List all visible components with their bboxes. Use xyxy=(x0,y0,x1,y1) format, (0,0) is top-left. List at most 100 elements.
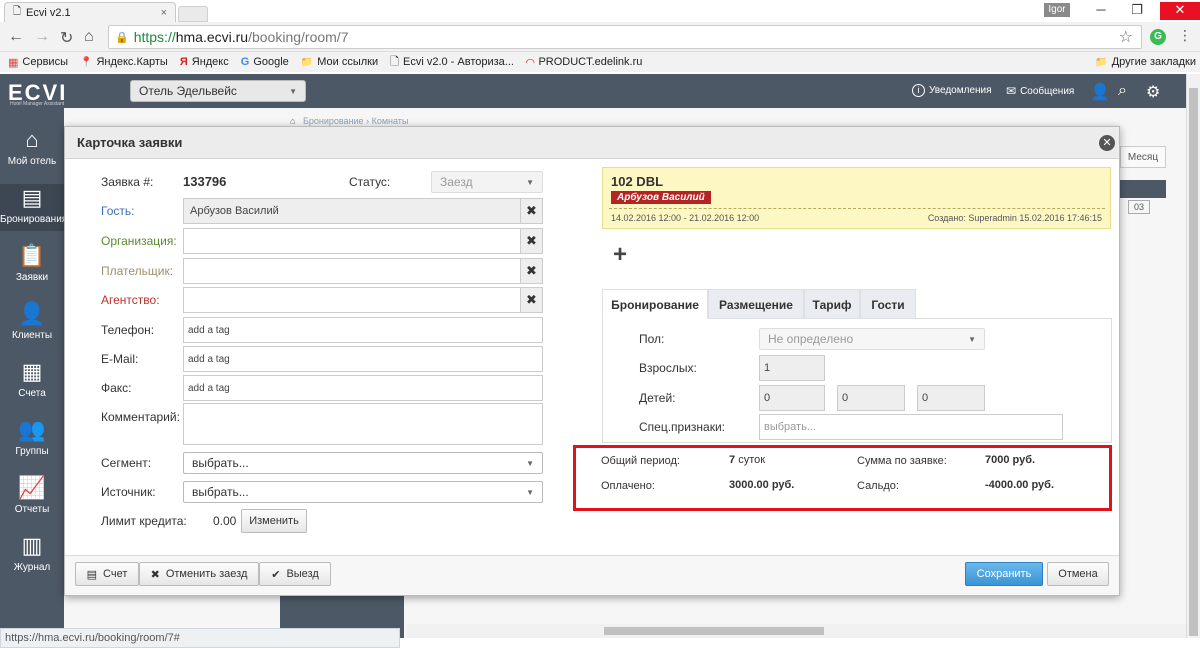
lock-icon: 🔒 xyxy=(115,31,129,44)
calendar-day[interactable]: 03 xyxy=(1128,200,1150,214)
phone-tags-input[interactable]: add a tag xyxy=(183,317,543,343)
forward-icon[interactable]: → xyxy=(34,28,50,46)
horizontal-scrollbar[interactable] xyxy=(406,624,1186,638)
organization-label[interactable]: Организация: xyxy=(101,234,177,248)
room-card[interactable]: 102 DBL Арбузов Василий 14.02.2016 12:00… xyxy=(602,167,1111,229)
extension-icon[interactable]: G xyxy=(1150,29,1166,45)
agency-field[interactable] xyxy=(183,287,521,313)
fax-tags-input[interactable]: add a tag xyxy=(183,375,543,401)
fax-label: Факс: xyxy=(101,381,132,395)
user-icon[interactable]: 👤 xyxy=(1090,82,1110,102)
children-input[interactable]: 0 xyxy=(759,385,825,411)
tab-booking[interactable]: Бронирование xyxy=(602,289,708,319)
bookmarks-bar: ▦ Сервисы 📍 Яндекс.Карты Я Яндекс G Google 📁… xyxy=(0,52,1200,72)
sidebar-item-bookings[interactable]: ▤ Бронирования xyxy=(0,184,67,231)
highlight-box xyxy=(573,445,1112,511)
payer-field[interactable] xyxy=(183,258,521,284)
clear-payer-icon[interactable]: ✖ xyxy=(521,258,543,284)
adults-label: Взрослых: xyxy=(639,361,697,375)
search-icon[interactable]: ⌕ xyxy=(1118,82,1127,100)
sidebar-item-clients[interactable]: 👤 Клиенты xyxy=(0,300,64,341)
agency-label[interactable]: Агентство: xyxy=(101,293,160,307)
email-tags-input[interactable]: add a tag xyxy=(183,346,543,372)
clear-organization-icon[interactable]: ✖ xyxy=(521,228,543,254)
browser-status-bar: https://hma.ecvi.ru/booking/room/7# xyxy=(0,628,400,648)
tab-guests[interactable]: Гости xyxy=(860,289,916,319)
tab-accommodation[interactable]: Размещение xyxy=(708,289,804,319)
scrollbar-thumb[interactable] xyxy=(1189,88,1198,636)
reload-icon[interactable]: ↻ xyxy=(60,28,73,48)
breadcrumb-item[interactable]: Комнаты xyxy=(372,116,409,126)
gear-icon[interactable]: ⚙ xyxy=(1146,82,1160,102)
sidebar-item-label: Отчеты xyxy=(14,504,50,515)
sidebar-item-journal[interactable]: ▥ Журнал xyxy=(0,532,64,573)
cancel-button[interactable]: Отмена xyxy=(1047,562,1109,586)
save-button[interactable]: Сохранить xyxy=(965,562,1043,586)
restore-icon[interactable]: ❐ xyxy=(1122,2,1152,20)
bookmark-my-links[interactable]: 📁 Мои ссылки xyxy=(301,56,378,68)
bookmark-services[interactable]: ▦ Сервисы xyxy=(8,56,68,69)
minimize-icon[interactable]: ─ xyxy=(1086,2,1116,20)
tab-close-icon[interactable]: × xyxy=(161,7,167,19)
profile-chip[interactable]: Igor xyxy=(1044,3,1070,17)
menu-icon[interactable]: ⋮ xyxy=(1178,27,1192,44)
sidebar-item-my-hotel[interactable]: ⌂ Мой отель xyxy=(0,126,64,167)
star-icon[interactable]: ☆ xyxy=(1119,27,1133,47)
bookmark-yandex[interactable]: Я Яндекс xyxy=(180,56,229,68)
sidebar-item-reports[interactable]: 📈 Отчеты xyxy=(0,474,64,515)
close-icon[interactable]: ✕ xyxy=(1099,135,1115,151)
booking-tabs: Бронирование Размещение Тариф Гости xyxy=(602,289,1112,319)
sidebar-item-requests[interactable]: 📋 Заявки xyxy=(0,242,64,283)
tab-tariff[interactable]: Тариф xyxy=(804,289,860,319)
chevron-down-icon: ▼ xyxy=(526,458,534,468)
children-input[interactable]: 0 xyxy=(837,385,905,411)
cancel-checkin-label: Отменить заезд xyxy=(165,568,248,580)
guest-field[interactable]: Арбузов Василий xyxy=(183,198,521,224)
children-input[interactable]: 0 xyxy=(917,385,985,411)
month-view-button[interactable]: Месяц xyxy=(1120,146,1166,168)
breadcrumb-item[interactable]: Бронирование xyxy=(303,116,364,126)
hotel-select[interactable]: Отель Эдельвейс ▼ xyxy=(130,80,306,102)
status-select[interactable]: Заезд ▼ xyxy=(431,171,543,193)
payer-label[interactable]: Плательщик: xyxy=(101,264,173,278)
bookmark-yandex-maps[interactable]: 📍 Яндекс.Карты xyxy=(80,56,168,68)
tab-title: Ecvi v2.1 xyxy=(26,6,71,19)
url-field[interactable]: 🔒 https:// hma.ecvi.ru /booking/room/7 ☆ xyxy=(108,25,1142,49)
adults-input[interactable]: 1 xyxy=(759,355,825,381)
bookmark-ecvi[interactable]: 🗋 Ecvi v2.0 - Авториза... xyxy=(390,53,514,72)
scrollbar-thumb[interactable] xyxy=(604,627,824,635)
request-number: 133796 xyxy=(183,174,227,189)
status-label: Статус: xyxy=(349,175,391,189)
home-icon[interactable]: ⌂ xyxy=(290,116,295,126)
room-guest-tag[interactable]: Арбузов Василий xyxy=(611,191,711,204)
cancel-checkin-button[interactable]: ✖ Отменить заезд xyxy=(139,562,259,586)
add-room-icon[interactable]: + xyxy=(613,241,627,269)
sidebar-item-invoices[interactable]: ▦ Счета xyxy=(0,358,64,399)
clear-agency-icon[interactable]: ✖ xyxy=(521,287,543,313)
bookmark-google[interactable]: G Google xyxy=(241,56,289,68)
special-select[interactable]: выбрать... xyxy=(759,414,1063,440)
bookmark-product[interactable]: ◠ PRODUCT.edelink.ru xyxy=(526,56,642,69)
sidebar-item-groups[interactable]: 👥 Группы xyxy=(0,416,64,457)
source-select[interactable]: выбрать... ▼ xyxy=(183,481,543,503)
window-close-icon[interactable]: ✕ xyxy=(1160,2,1200,20)
invoice-button[interactable]: ▤ Счет xyxy=(75,562,139,586)
page-scrollbar[interactable] xyxy=(1186,74,1200,638)
home-icon[interactable]: ⌂ xyxy=(84,28,94,46)
messages-link[interactable]: ✉ Сообщения xyxy=(1006,84,1074,98)
organization-field[interactable] xyxy=(183,228,521,254)
segment-select[interactable]: выбрать... ▼ xyxy=(183,452,543,474)
back-icon[interactable]: ← xyxy=(8,28,24,46)
checkout-button[interactable]: ✔ Выезд xyxy=(259,562,331,586)
clear-guest-icon[interactable]: ✖ xyxy=(521,198,543,224)
gender-select[interactable]: Не определено ▼ xyxy=(759,328,985,350)
notifications-link[interactable]: i Уведомления xyxy=(912,84,992,97)
other-bookmarks[interactable]: 📁 Другие закладки xyxy=(1095,56,1196,68)
gender-value: Не определено xyxy=(768,332,854,346)
new-tab-button[interactable] xyxy=(178,6,208,22)
guest-label[interactable]: Гость: xyxy=(101,204,134,218)
comment-textarea[interactable] xyxy=(183,403,543,445)
change-credit-button[interactable]: Изменить xyxy=(241,509,307,533)
browser-tab[interactable]: 🗋 Ecvi v2.1 × xyxy=(4,2,176,22)
bookmark-label: PRODUCT.edelink.ru xyxy=(538,56,643,68)
